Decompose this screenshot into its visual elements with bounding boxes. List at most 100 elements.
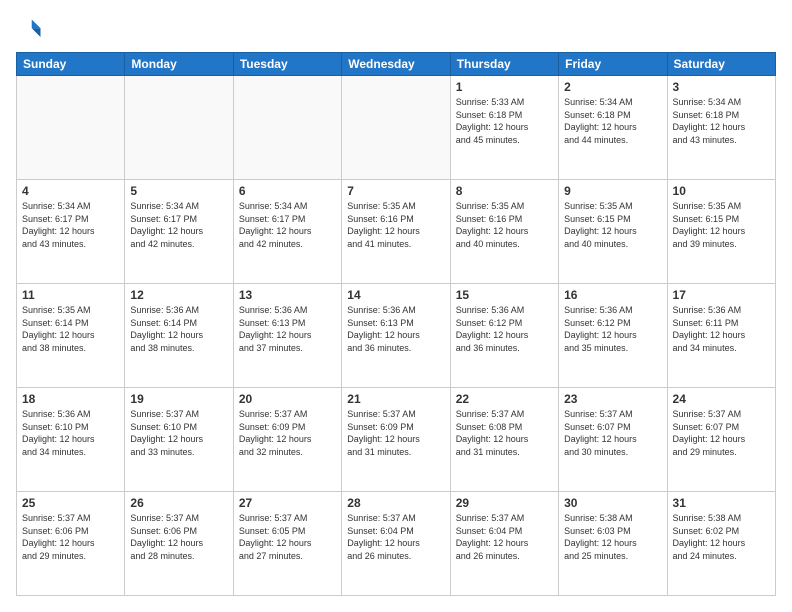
day-info: Sunrise: 5:36 AM Sunset: 6:10 PM Dayligh… [22, 408, 119, 458]
header [16, 16, 776, 44]
day-info: Sunrise: 5:36 AM Sunset: 6:12 PM Dayligh… [456, 304, 553, 354]
day-info: Sunrise: 5:36 AM Sunset: 6:14 PM Dayligh… [130, 304, 227, 354]
day-number: 4 [22, 184, 119, 198]
calendar-cell: 12 Sunrise: 5:36 AM Sunset: 6:14 PM Dayli… [125, 284, 233, 388]
day-number: 10 [673, 184, 770, 198]
calendar-cell [17, 76, 125, 180]
day-info: Sunrise: 5:34 AM Sunset: 6:17 PM Dayligh… [239, 200, 336, 250]
day-info: Sunrise: 5:37 AM Sunset: 6:09 PM Dayligh… [239, 408, 336, 458]
day-number: 8 [456, 184, 553, 198]
calendar-cell: 10 Sunrise: 5:35 AM Sunset: 6:15 PM Dayli… [667, 180, 775, 284]
day-info: Sunrise: 5:36 AM Sunset: 6:13 PM Dayligh… [239, 304, 336, 354]
day-info: Sunrise: 5:36 AM Sunset: 6:13 PM Dayligh… [347, 304, 444, 354]
day-number: 2 [564, 80, 661, 94]
weekday-header-thursday: Thursday [450, 53, 558, 76]
calendar-cell: 11 Sunrise: 5:35 AM Sunset: 6:14 PM Dayli… [17, 284, 125, 388]
calendar-cell: 1Sunrise: 5:33 AM Sunset: 6:18 PM Daylig… [450, 76, 558, 180]
week-row-5: 25 Sunrise: 5:37 AM Sunset: 6:06 PM Dayli… [17, 492, 776, 596]
week-row-3: 11 Sunrise: 5:35 AM Sunset: 6:14 PM Dayli… [17, 284, 776, 388]
calendar-cell: 5 Sunrise: 5:34 AM Sunset: 6:17 PM Daylig… [125, 180, 233, 284]
day-number: 9 [564, 184, 661, 198]
calendar-cell: 13 Sunrise: 5:36 AM Sunset: 6:13 PM Dayli… [233, 284, 341, 388]
day-info: Sunrise: 5:34 AM Sunset: 6:17 PM Dayligh… [22, 200, 119, 250]
page: SundayMondayTuesdayWednesdayThursdayFrid… [0, 0, 792, 612]
calendar-cell: 7 Sunrise: 5:35 AM Sunset: 6:16 PM Daylig… [342, 180, 450, 284]
weekday-header-row: SundayMondayTuesdayWednesdayThursdayFrid… [17, 53, 776, 76]
day-info: Sunrise: 5:37 AM Sunset: 6:08 PM Dayligh… [456, 408, 553, 458]
calendar-cell: 24 Sunrise: 5:37 AM Sunset: 6:07 PM Dayli… [667, 388, 775, 492]
day-number: 17 [673, 288, 770, 302]
logo [16, 16, 48, 44]
calendar-cell: 16Sunrise: 5:36 AM Sunset: 6:12 PM Dayli… [559, 284, 667, 388]
day-info: Sunrise: 5:34 AM Sunset: 6:18 PM Dayligh… [564, 96, 661, 146]
day-number: 7 [347, 184, 444, 198]
day-info: Sunrise: 5:37 AM Sunset: 6:07 PM Dayligh… [564, 408, 661, 458]
day-info: Sunrise: 5:35 AM Sunset: 6:16 PM Dayligh… [347, 200, 444, 250]
day-info: Sunrise: 5:38 AM Sunset: 6:03 PM Dayligh… [564, 512, 661, 562]
day-info: Sunrise: 5:35 AM Sunset: 6:16 PM Dayligh… [456, 200, 553, 250]
calendar-cell: 4 Sunrise: 5:34 AM Sunset: 6:17 PM Daylig… [17, 180, 125, 284]
weekday-header-friday: Friday [559, 53, 667, 76]
calendar-cell: 31 Sunrise: 5:38 AM Sunset: 6:02 PM Dayli… [667, 492, 775, 596]
calendar-table: SundayMondayTuesdayWednesdayThursdayFrid… [16, 52, 776, 596]
day-number: 18 [22, 392, 119, 406]
day-number: 24 [673, 392, 770, 406]
day-number: 1 [456, 80, 553, 94]
day-number: 20 [239, 392, 336, 406]
week-row-2: 4 Sunrise: 5:34 AM Sunset: 6:17 PM Daylig… [17, 180, 776, 284]
calendar-cell: 29 Sunrise: 5:37 AM Sunset: 6:04 PM Dayli… [450, 492, 558, 596]
calendar-cell: 2 Sunrise: 5:34 AM Sunset: 6:18 PM Daylig… [559, 76, 667, 180]
day-number: 13 [239, 288, 336, 302]
calendar-cell: 9 Sunrise: 5:35 AM Sunset: 6:15 PM Daylig… [559, 180, 667, 284]
calendar-cell: 20 Sunrise: 5:37 AM Sunset: 6:09 PM Dayli… [233, 388, 341, 492]
day-number: 25 [22, 496, 119, 510]
weekday-header-tuesday: Tuesday [233, 53, 341, 76]
day-number: 21 [347, 392, 444, 406]
day-number: 31 [673, 496, 770, 510]
calendar-cell: 18 Sunrise: 5:36 AM Sunset: 6:10 PM Dayli… [17, 388, 125, 492]
day-number: 22 [456, 392, 553, 406]
day-number: 11 [22, 288, 119, 302]
day-info: Sunrise: 5:34 AM Sunset: 6:18 PM Dayligh… [673, 96, 770, 146]
weekday-header-sunday: Sunday [17, 53, 125, 76]
day-number: 12 [130, 288, 227, 302]
day-info: Sunrise: 5:37 AM Sunset: 6:07 PM Dayligh… [673, 408, 770, 458]
day-number: 14 [347, 288, 444, 302]
day-number: 26 [130, 496, 227, 510]
calendar-cell: 23 Sunrise: 5:37 AM Sunset: 6:07 PM Dayli… [559, 388, 667, 492]
day-info: Sunrise: 5:37 AM Sunset: 6:09 PM Dayligh… [347, 408, 444, 458]
calendar-cell [342, 76, 450, 180]
day-info: Sunrise: 5:35 AM Sunset: 6:15 PM Dayligh… [673, 200, 770, 250]
day-number: 27 [239, 496, 336, 510]
calendar-cell: 21 Sunrise: 5:37 AM Sunset: 6:09 PM Dayli… [342, 388, 450, 492]
calendar-cell: 6Sunrise: 5:34 AM Sunset: 6:17 PM Daylig… [233, 180, 341, 284]
calendar-cell: 26 Sunrise: 5:37 AM Sunset: 6:06 PM Dayli… [125, 492, 233, 596]
day-number: 28 [347, 496, 444, 510]
calendar-cell [233, 76, 341, 180]
day-info: Sunrise: 5:37 AM Sunset: 6:10 PM Dayligh… [130, 408, 227, 458]
day-number: 30 [564, 496, 661, 510]
calendar-cell: 17 Sunrise: 5:36 AM Sunset: 6:11 PM Dayli… [667, 284, 775, 388]
day-info: Sunrise: 5:34 AM Sunset: 6:17 PM Dayligh… [130, 200, 227, 250]
calendar-cell: 8 Sunrise: 5:35 AM Sunset: 6:16 PM Daylig… [450, 180, 558, 284]
calendar-cell: 28 Sunrise: 5:37 AM Sunset: 6:04 PM Dayli… [342, 492, 450, 596]
day-number: 29 [456, 496, 553, 510]
day-info: Sunrise: 5:38 AM Sunset: 6:02 PM Dayligh… [673, 512, 770, 562]
day-info: Sunrise: 5:37 AM Sunset: 6:04 PM Dayligh… [456, 512, 553, 562]
day-number: 5 [130, 184, 227, 198]
day-info: Sunrise: 5:35 AM Sunset: 6:14 PM Dayligh… [22, 304, 119, 354]
calendar-cell: 22 Sunrise: 5:37 AM Sunset: 6:08 PM Dayli… [450, 388, 558, 492]
day-info: Sunrise: 5:37 AM Sunset: 6:04 PM Dayligh… [347, 512, 444, 562]
calendar-cell: 30 Sunrise: 5:38 AM Sunset: 6:03 PM Dayli… [559, 492, 667, 596]
day-info: Sunrise: 5:36 AM Sunset: 6:11 PM Dayligh… [673, 304, 770, 354]
weekday-header-saturday: Saturday [667, 53, 775, 76]
day-number: 15 [456, 288, 553, 302]
logo-icon [16, 16, 44, 44]
day-number: 16 [564, 288, 661, 302]
week-row-4: 18 Sunrise: 5:36 AM Sunset: 6:10 PM Dayli… [17, 388, 776, 492]
day-info: Sunrise: 5:37 AM Sunset: 6:06 PM Dayligh… [130, 512, 227, 562]
calendar-cell: 27Sunrise: 5:37 AM Sunset: 6:05 PM Dayli… [233, 492, 341, 596]
day-info: Sunrise: 5:35 AM Sunset: 6:15 PM Dayligh… [564, 200, 661, 250]
day-number: 23 [564, 392, 661, 406]
calendar-cell [125, 76, 233, 180]
